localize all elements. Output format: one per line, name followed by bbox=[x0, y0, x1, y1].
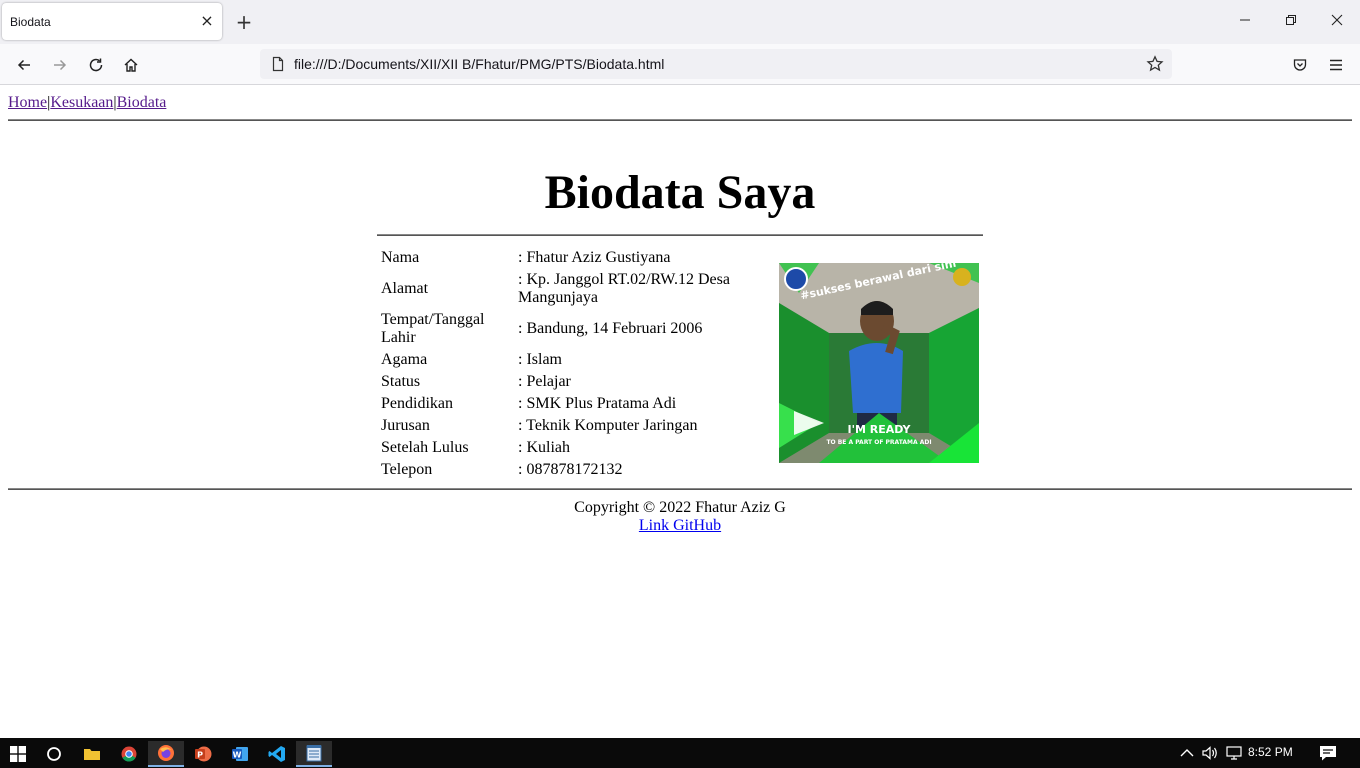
top-navigation: Home|Kesukaan|Biodata bbox=[8, 94, 166, 112]
row-value: : Bandung, 14 Februari 2006 bbox=[518, 320, 703, 337]
clock[interactable]: 8:52 PM bbox=[1248, 745, 1293, 759]
row-value: : 087878172132 bbox=[518, 461, 623, 478]
search-icon[interactable] bbox=[36, 741, 72, 767]
table-row: Jurusan : Teknik Komputer Jaringan bbox=[380, 416, 772, 436]
new-tab-button[interactable]: + bbox=[233, 11, 255, 33]
home-icon[interactable] bbox=[118, 52, 144, 78]
biodata-table: Nama : Fhatur Aziz Gustiyana Alamat : Kp… bbox=[378, 246, 774, 482]
photo-ready-text: I'M READY bbox=[847, 423, 911, 436]
row-value: : Kp. Janggol RT.02/RW.12 Desa Mangunjay… bbox=[518, 271, 730, 306]
url-text: file:///D:/Documents/XII/XII B/Fhatur/PM… bbox=[294, 56, 665, 72]
table-row: Telepon : 087878172132 bbox=[380, 460, 772, 480]
copyright-text: Copyright © 2022 Fhatur Aziz G bbox=[574, 499, 786, 516]
table-row: Tempat/Tanggal Lahir : Bandung, 14 Febru… bbox=[380, 310, 772, 348]
close-window-icon[interactable] bbox=[1314, 10, 1360, 34]
network-icon[interactable] bbox=[1225, 745, 1243, 761]
close-tab-icon[interactable]: × bbox=[198, 12, 216, 30]
notepad-icon[interactable] bbox=[296, 741, 332, 767]
row-value: : Pelajar bbox=[518, 373, 571, 390]
row-label: Alamat bbox=[381, 280, 429, 297]
row-label: Tempat/Tanggal Lahir bbox=[381, 311, 485, 346]
footer: Copyright © 2022 Fhatur Aziz G Link GitH… bbox=[0, 499, 1360, 535]
forward-icon[interactable] bbox=[47, 52, 73, 78]
row-label: Pendidikan bbox=[381, 395, 453, 412]
word-icon[interactable]: W bbox=[222, 741, 258, 767]
row-value: : SMK Plus Pratama Adi bbox=[518, 395, 677, 412]
tab-strip: Biodata × + bbox=[0, 0, 1360, 44]
taskbar: P W 8:52 PM bbox=[0, 738, 1360, 768]
page-viewport: Home|Kesukaan|Biodata Biodata Saya Nama … bbox=[0, 85, 1360, 738]
table-row: Agama : Islam bbox=[380, 350, 772, 370]
bookmark-star-icon[interactable] bbox=[1146, 55, 1164, 73]
vscode-icon[interactable] bbox=[259, 741, 295, 767]
table-row: Setelah Lulus : Kuliah bbox=[380, 438, 772, 458]
row-value: : Islam bbox=[518, 351, 562, 368]
file-explorer-icon[interactable] bbox=[74, 741, 110, 767]
volume-icon[interactable] bbox=[1201, 745, 1219, 761]
minimize-icon[interactable] bbox=[1222, 10, 1268, 34]
row-label: Jurusan bbox=[381, 417, 430, 434]
page-icon bbox=[272, 56, 284, 72]
navigation-toolbar: file:///D:/Documents/XII/XII B/Fhatur/PM… bbox=[0, 44, 1360, 85]
row-value: : Kuliah bbox=[518, 439, 570, 456]
pocket-icon[interactable] bbox=[1287, 52, 1313, 78]
row-label: Status bbox=[381, 373, 421, 390]
row-label: Telepon bbox=[381, 461, 433, 478]
menu-icon[interactable] bbox=[1323, 52, 1349, 78]
row-label: Setelah Lulus bbox=[381, 439, 469, 456]
table-row: Status : Pelajar bbox=[380, 372, 772, 392]
powerpoint-icon[interactable]: P bbox=[185, 741, 221, 767]
restore-icon[interactable] bbox=[1268, 10, 1314, 34]
back-icon[interactable] bbox=[11, 52, 37, 78]
table-row: Pendidikan : SMK Plus Pratama Adi bbox=[380, 394, 772, 414]
row-value: : Fhatur Aziz Gustiyana bbox=[518, 249, 671, 266]
profile-photo: #sukses berawal dari sini I'M READY TO B… bbox=[779, 263, 979, 463]
svg-text:P: P bbox=[197, 751, 203, 760]
browser-tab[interactable]: Biodata × bbox=[2, 3, 222, 40]
row-value: : Teknik Komputer Jaringan bbox=[518, 417, 698, 434]
row-label: Agama bbox=[381, 351, 428, 368]
chrome-icon[interactable] bbox=[111, 741, 147, 767]
divider bbox=[8, 488, 1352, 490]
divider bbox=[8, 119, 1352, 121]
nav-link-biodata[interactable]: Biodata bbox=[117, 94, 167, 111]
table-row: Alamat : Kp. Janggol RT.02/RW.12 Desa Ma… bbox=[380, 270, 772, 308]
photo-sub-text: TO BE A PART OF PRATAMA ADI bbox=[826, 439, 931, 446]
nav-link-kesukaan[interactable]: Kesukaan bbox=[50, 94, 113, 111]
svg-text:W: W bbox=[233, 751, 242, 760]
tab-title: Biodata bbox=[10, 15, 51, 29]
github-link[interactable]: Link GitHub bbox=[639, 517, 721, 534]
table-row: Nama : Fhatur Aziz Gustiyana bbox=[380, 248, 772, 268]
address-bar[interactable]: file:///D:/Documents/XII/XII B/Fhatur/PM… bbox=[260, 49, 1172, 79]
page-title: Biodata Saya bbox=[544, 166, 816, 219]
windows-start-icon[interactable] bbox=[0, 741, 36, 767]
divider bbox=[377, 234, 983, 236]
row-label: Nama bbox=[381, 249, 420, 266]
chevron-up-icon[interactable] bbox=[1178, 745, 1196, 761]
reload-icon[interactable] bbox=[83, 52, 109, 78]
notifications-icon[interactable] bbox=[1318, 744, 1338, 762]
nav-link-home[interactable]: Home bbox=[8, 94, 47, 111]
firefox-icon[interactable] bbox=[148, 741, 184, 767]
